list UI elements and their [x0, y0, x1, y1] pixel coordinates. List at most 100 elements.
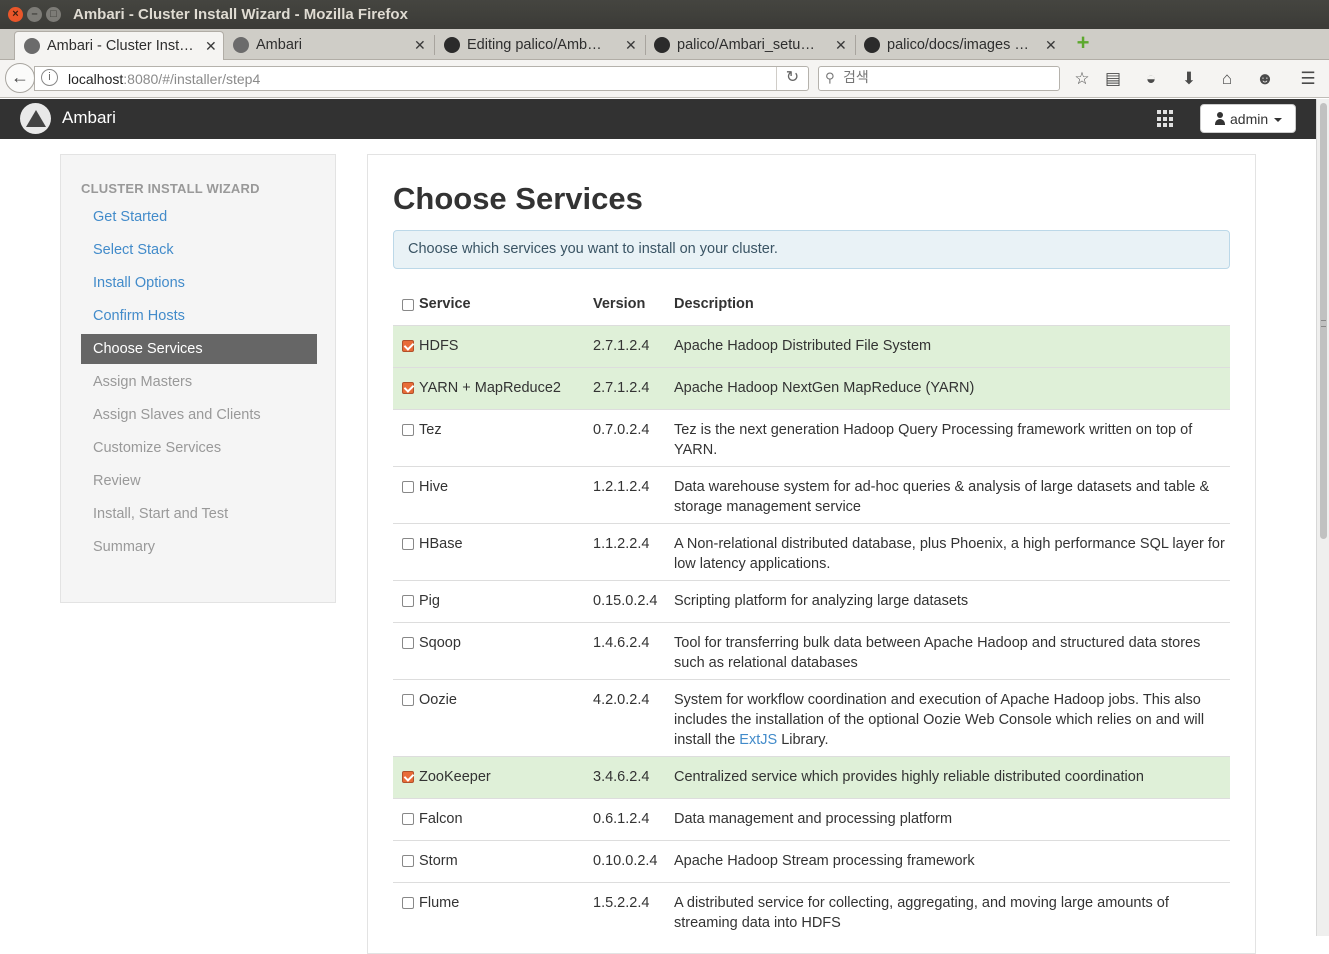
service-checkbox[interactable]: [402, 537, 414, 550]
service-checkbox[interactable]: [402, 423, 414, 436]
service-description: Scripting platform for analyzing large d…: [674, 579, 1230, 622]
table-row[interactable]: HDFS 2.7.1.2.4 Apache Hadoop Distributed…: [393, 324, 1230, 367]
bookmark-star-icon[interactable]: ☆: [1071, 68, 1093, 90]
service-version: 2.7.1.2.4: [593, 324, 674, 367]
table-row[interactable]: YARN + MapReduce2 2.7.1.2.4 Apache Hadoo…: [393, 366, 1230, 409]
service-name: Oozie: [419, 691, 457, 708]
table-row[interactable]: Sqoop 1.4.6.2.4 Tool for transferring bu…: [393, 621, 1230, 679]
window-maximize-button[interactable]: □: [46, 7, 61, 22]
services-table: Service Version Description HDFS 2.7.1.2…: [393, 284, 1230, 939]
url-text[interactable]: localhost:8080/#/installer/step4: [68, 71, 260, 87]
service-name: YARN + MapReduce2: [419, 379, 561, 396]
ambari-logo-icon[interactable]: [20, 103, 51, 134]
app-title[interactable]: Ambari: [62, 108, 116, 128]
search-input[interactable]: [843, 70, 1053, 86]
table-row[interactable]: ZooKeeper 3.4.6.2.4 Centralized service …: [393, 755, 1230, 798]
description-column-header: Description: [674, 284, 1230, 326]
service-version: 0.15.0.2.4: [593, 579, 674, 622]
tab-palico-docs-images[interactable]: palico/docs/images … ✕: [855, 31, 1065, 60]
tab-label: Editing palico/Amb…: [467, 37, 602, 53]
service-checkbox[interactable]: [402, 896, 414, 909]
step-select-stack[interactable]: Select Stack: [81, 235, 317, 265]
table-row[interactable]: Tez 0.7.0.2.4 Tez is the next generation…: [393, 408, 1230, 466]
service-version: 2.7.1.2.4: [593, 366, 674, 409]
table-row[interactable]: Hive 1.2.1.2.4 Data warehouse system for…: [393, 465, 1230, 523]
service-checkbox[interactable]: [402, 636, 414, 649]
info-alert: Choose which services you want to instal…: [393, 230, 1230, 269]
tab-close-icon[interactable]: ✕: [835, 37, 847, 54]
service-checkbox[interactable]: [402, 693, 414, 706]
tab-close-icon[interactable]: ✕: [205, 38, 217, 55]
service-checkbox[interactable]: [402, 480, 414, 493]
page-scrollbar[interactable]: [1316, 99, 1329, 936]
service-description: Tez is the next generation Hadoop Query …: [674, 408, 1230, 466]
hamburger-menu-icon[interactable]: ☰: [1297, 68, 1319, 90]
tab-ambari-install[interactable]: Ambari - Cluster Inst… ✕: [14, 31, 224, 60]
tab-label: palico/Ambari_setu…: [677, 37, 815, 53]
table-row[interactable]: Storm 0.10.0.2.4 Apache Hadoop Stream pr…: [393, 839, 1230, 882]
step-install-options[interactable]: Install Options: [81, 268, 317, 298]
service-checkbox[interactable]: [402, 381, 414, 394]
search-icon: ⚲: [825, 70, 835, 85]
url-path: :8080/#/installer/step4: [123, 71, 261, 87]
wizard-sidebar: CLUSTER INSTALL WIZARD Get Started Selec…: [60, 154, 336, 603]
service-description: Apache Hadoop Distributed File System: [674, 324, 1230, 367]
step-review: Review: [93, 473, 141, 489]
window-minimize-button[interactable]: –: [27, 7, 42, 22]
user-menu-button[interactable]: admin: [1200, 104, 1296, 133]
step-confirm-hosts[interactable]: Confirm Hosts: [81, 301, 317, 331]
url-bar[interactable]: i localhost:8080/#/installer/step4 ↻: [34, 66, 809, 91]
service-checkbox[interactable]: [402, 812, 414, 825]
tab-ambari[interactable]: Ambari ✕: [224, 31, 434, 60]
service-checkbox[interactable]: [402, 339, 414, 352]
scrollbar-grip-icon: [1321, 320, 1326, 327]
service-description: Centralized service which provides highl…: [674, 755, 1230, 798]
service-version: 1.2.1.2.4: [593, 465, 674, 523]
service-checkbox[interactable]: [402, 854, 414, 867]
service-description: A Non-relational distributed database, p…: [674, 522, 1230, 580]
back-arrow-icon[interactable]: ←: [5, 63, 35, 93]
service-description: Tool for transferring bulk data between …: [674, 621, 1230, 679]
tab-close-icon[interactable]: ✕: [625, 37, 637, 54]
step-assign-slaves: Assign Slaves and Clients: [93, 407, 261, 423]
window-close-button[interactable]: ×: [8, 7, 23, 22]
service-checkbox[interactable]: [402, 770, 414, 783]
tab-editing-palico[interactable]: Editing palico/Amb… ✕: [435, 31, 645, 60]
chat-icon[interactable]: ☻: [1254, 68, 1276, 90]
service-name: Storm: [419, 852, 458, 869]
service-name: Pig: [419, 592, 440, 609]
step-get-started[interactable]: Get Started: [81, 202, 317, 232]
table-row[interactable]: Pig 0.15.0.2.4 Scripting platform for an…: [393, 579, 1230, 622]
site-info-icon[interactable]: i: [41, 69, 58, 86]
table-row[interactable]: Falcon 0.6.1.2.4 Data management and pro…: [393, 797, 1230, 840]
tab-palico-ambari-setup[interactable]: palico/Ambari_setu… ✕: [645, 31, 855, 60]
sidebar-header: CLUSTER INSTALL WIZARD: [81, 181, 260, 196]
table-row[interactable]: Oozie 4.2.0.2.4 System for workflow coor…: [393, 678, 1230, 756]
tab-close-icon[interactable]: ✕: [414, 37, 426, 54]
step-install-start-test: Install, Start and Test: [93, 506, 229, 522]
service-description: A distributed service for collecting, ag…: [674, 881, 1230, 939]
github-icon: [444, 37, 460, 53]
search-bar[interactable]: ⚲: [818, 66, 1060, 91]
new-tab-plus-icon[interactable]: +: [1073, 32, 1093, 54]
views-grid-icon[interactable]: [1157, 110, 1175, 128]
service-name: HBase: [419, 535, 463, 552]
extjs-link[interactable]: ExtJS: [739, 732, 777, 748]
select-all-checkbox[interactable]: [402, 299, 414, 312]
download-icon[interactable]: ⬇: [1178, 68, 1200, 90]
service-column-header: Service: [393, 284, 593, 326]
ambari-header: Ambari admin: [0, 99, 1316, 139]
table-row[interactable]: Flume 1.5.2.2.4 A distributed service fo…: [393, 881, 1230, 939]
home-icon[interactable]: ⌂: [1216, 68, 1238, 90]
reading-list-icon[interactable]: ▤: [1102, 68, 1124, 90]
tab-close-icon[interactable]: ✕: [1045, 37, 1057, 54]
pocket-icon[interactable]: ◒: [1140, 68, 1162, 90]
service-name: ZooKeeper: [419, 768, 491, 785]
tab-strip: Ambari - Cluster Inst… ✕ Ambari ✕ Editin…: [0, 29, 1329, 60]
service-name: Hive: [419, 478, 449, 495]
step-choose-services[interactable]: Choose Services: [81, 334, 317, 364]
window-titlebar: × – □ Ambari - Cluster Install Wizard - …: [0, 0, 1329, 29]
table-row[interactable]: HBase 1.1.2.2.4 A Non-relational distrib…: [393, 522, 1230, 580]
service-checkbox[interactable]: [402, 594, 414, 607]
reload-icon[interactable]: ↻: [776, 67, 808, 90]
